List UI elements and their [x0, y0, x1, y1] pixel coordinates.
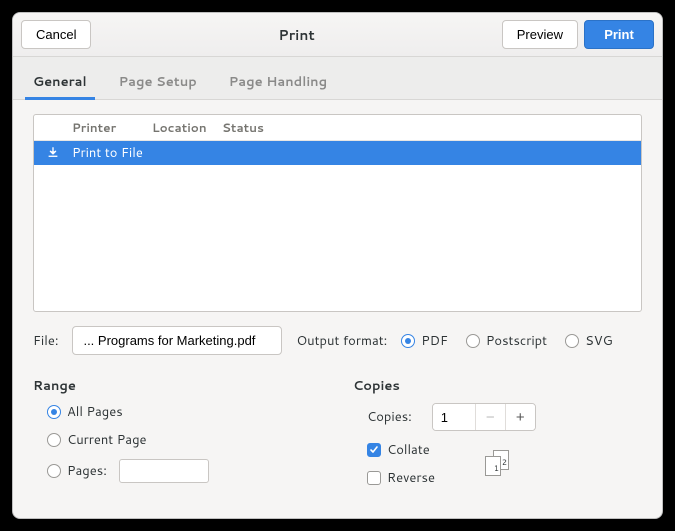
tab-bar: General Page Setup Page Handling [13, 57, 662, 100]
collate-row: Collate Reverse 2 1 [367, 441, 642, 487]
radio-current-label: Current Page [67, 431, 147, 449]
copies-row: Copies: − + [367, 403, 642, 431]
file-label: File: [33, 332, 58, 350]
print-button[interactable]: Print [584, 20, 654, 49]
radio-postscript[interactable]: Postscript [466, 332, 547, 350]
print-dialog: Cancel Print Preview Print General Page … [12, 12, 663, 519]
copies-increment[interactable]: + [505, 404, 535, 430]
col-location[interactable]: Location [152, 119, 222, 136]
printer-row[interactable]: Print to File [34, 141, 641, 165]
radio-pages[interactable]: Pages: [47, 459, 313, 483]
lower-sections: Range All Pages Current Page Pages: Copi… [33, 377, 642, 487]
check-collate[interactable]: Collate [367, 441, 435, 459]
copies-decrement[interactable]: − [475, 404, 505, 430]
radio-svg-label: SVG [585, 332, 613, 350]
copies-input[interactable] [433, 404, 475, 430]
radio-postscript-label: Postscript [486, 332, 547, 350]
tab-page-setup[interactable]: Page Setup [115, 65, 201, 99]
copies-spinner[interactable]: − + [432, 403, 536, 431]
content-area: Printer Location Status Print to File Fi… [13, 100, 662, 518]
col-status[interactable]: Status [222, 119, 264, 136]
radio-pdf[interactable]: PDF [401, 332, 448, 350]
radio-pdf-label: PDF [421, 332, 448, 350]
output-format-group: PDF Postscript SVG [401, 332, 612, 350]
range-heading: Range [33, 377, 313, 395]
file-chooser-button[interactable]: ... Programs for Marketing.pdf [72, 326, 282, 355]
tab-general[interactable]: General [29, 65, 91, 99]
dialog-title: Print [91, 25, 501, 45]
output-format-label: Output format: [296, 332, 387, 350]
collate-icon: 2 1 [485, 450, 513, 478]
copies-label: Copies: [367, 408, 412, 426]
tab-page-handling[interactable]: Page Handling [225, 65, 331, 99]
pages-input[interactable] [119, 459, 209, 483]
preview-button[interactable]: Preview [502, 20, 578, 49]
download-icon [44, 146, 62, 160]
collate-label: Collate [387, 441, 430, 459]
cancel-button[interactable]: Cancel [21, 20, 91, 49]
col-printer[interactable]: Printer [72, 119, 152, 136]
radio-all-label: All Pages [67, 403, 123, 421]
radio-current-page[interactable]: Current Page [47, 431, 313, 449]
printer-columns: Printer Location Status [34, 115, 641, 141]
printer-list[interactable]: Printer Location Status Print to File [33, 114, 642, 312]
radio-all-pages[interactable]: All Pages [47, 403, 313, 421]
header-bar: Cancel Print Preview Print [13, 13, 662, 57]
radio-pages-label: Pages: [67, 462, 107, 480]
copies-section: Copies Copies: − + [353, 377, 642, 487]
range-section: Range All Pages Current Page Pages: [33, 377, 313, 487]
printer-name: Print to File [72, 144, 143, 162]
copies-heading: Copies [353, 377, 642, 395]
check-reverse[interactable]: Reverse [367, 469, 435, 487]
reverse-label: Reverse [387, 469, 435, 487]
radio-svg[interactable]: SVG [565, 332, 613, 350]
page-icon-1: 1 [485, 456, 501, 476]
file-row: File: ... Programs for Marketing.pdf Out… [33, 326, 642, 355]
